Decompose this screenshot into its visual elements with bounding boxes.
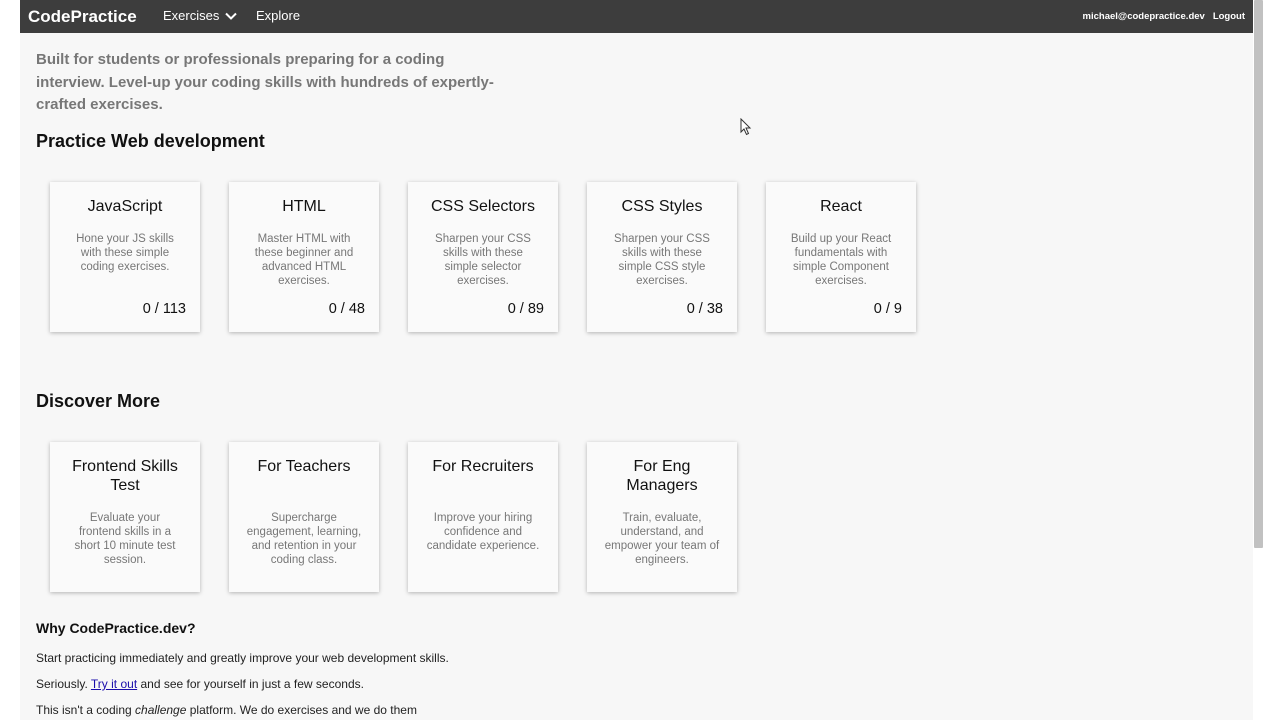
card-javascript[interactable]: JavaScript Hone your JS skills with thes… — [50, 182, 200, 332]
practice-cards: JavaScript Hone your JS skills with thes… — [50, 182, 916, 332]
card-title: HTML — [282, 198, 326, 215]
card-description: Evaluate your frontend skills in a short… — [74, 512, 176, 566]
card-css-selectors[interactable]: CSS Selectors Sharpen your CSS skills wi… — [408, 182, 558, 332]
card-for-recruiters[interactable]: For Recruiters Improve your hiring confi… — [408, 442, 558, 592]
vertical-scrollbar[interactable] — [1253, 0, 1280, 720]
card-description: Master HTML with these beginner and adva… — [254, 233, 354, 287]
card-title: For Eng Managers — [626, 458, 698, 494]
card-progress-count: 0 / 9 — [873, 301, 902, 317]
logout-link[interactable]: Logout — [1213, 11, 1245, 22]
card-progress-count: 0 / 113 — [142, 301, 186, 317]
chevron-down-icon — [225, 12, 238, 20]
why-section-title: Why CodePractice.dev? — [36, 620, 196, 636]
card-frontend-skills-test[interactable]: Frontend Skills Test Evaluate your front… — [50, 442, 200, 592]
card-title: For Recruiters — [432, 458, 534, 475]
card-css-styles[interactable]: CSS Styles Sharpen your CSS skills with … — [587, 182, 737, 332]
card-description: Hone your JS skills with these simple co… — [76, 233, 174, 273]
card-progress-count: 0 / 38 — [686, 301, 723, 317]
why-p2-prefix: Seriously. — [36, 677, 88, 691]
why-paragraph-1: Start practicing immediately and greatly… — [36, 651, 449, 665]
why-p3-suffix: platform. We do exercises and we do them — [189, 703, 417, 717]
card-title: For Teachers — [257, 458, 351, 475]
card-progress-count: 0 / 48 — [328, 301, 365, 317]
brand-logo[interactable]: CodePractice — [28, 7, 137, 27]
card-description: Supercharge engagement, learning, and re… — [246, 512, 362, 566]
card-for-teachers[interactable]: For Teachers Supercharge engagement, lea… — [229, 442, 379, 592]
intro-text: Built for students or professionals prep… — [36, 51, 494, 113]
why-p3-prefix: This isn't a coding — [36, 703, 132, 717]
nav-explore-link[interactable]: Explore — [256, 8, 300, 23]
card-title: JavaScript — [87, 198, 163, 215]
card-title: CSS Selectors — [430, 198, 536, 215]
page: CodePractice Exercises Explore michael@c… — [20, 0, 1253, 720]
card-title: Frontend Skills Test — [72, 458, 178, 494]
card-description: Train, evaluate, understand, and empower… — [604, 512, 720, 566]
card-react[interactable]: React Build up your React fundamentals w… — [766, 182, 916, 332]
nav-exercises-label: Exercises — [163, 8, 220, 23]
why-p2-suffix: and see for yourself in just a few secon… — [140, 677, 364, 691]
discover-cards: Frontend Skills Test Evaluate your front… — [50, 442, 737, 592]
scrollbar-thumb[interactable] — [1254, 0, 1263, 548]
nav-exercises-dropdown[interactable]: Exercises — [163, 8, 238, 23]
why-paragraph-3: This isn't a coding challenge platform. … — [36, 703, 466, 717]
card-description: Sharpen your CSS skills with these simpl… — [435, 233, 531, 287]
card-description: Build up your React fundamentals with si… — [790, 233, 892, 287]
why-p3-emphasis: challenge — [135, 703, 187, 717]
card-description: Improve your hiring confidence and candi… — [426, 512, 540, 552]
discover-section-title: Discover More — [36, 391, 161, 411]
card-progress-count: 0 / 89 — [507, 301, 544, 317]
card-description: Sharpen your CSS skills with these simpl… — [614, 233, 710, 287]
card-title: React — [820, 198, 862, 215]
card-for-eng-managers[interactable]: For Eng Managers Train, evaluate, unders… — [587, 442, 737, 592]
nav-user-area: michael@codepractice.dev Logout — [1083, 11, 1245, 22]
navbar: CodePractice Exercises Explore michael@c… — [20, 0, 1253, 33]
user-email-link[interactable]: michael@codepractice.dev — [1083, 11, 1205, 22]
card-title: CSS Styles — [621, 198, 703, 215]
practice-section-title: Practice Web development — [36, 131, 265, 151]
try-it-out-link[interactable]: Try it out — [91, 677, 137, 691]
why-paragraph-2: Seriously. Try it out and see for yourse… — [36, 677, 466, 691]
mouse-pointer-icon — [740, 118, 752, 136]
left-gutter — [0, 0, 20, 720]
card-html[interactable]: HTML Master HTML with these beginner and… — [229, 182, 379, 332]
